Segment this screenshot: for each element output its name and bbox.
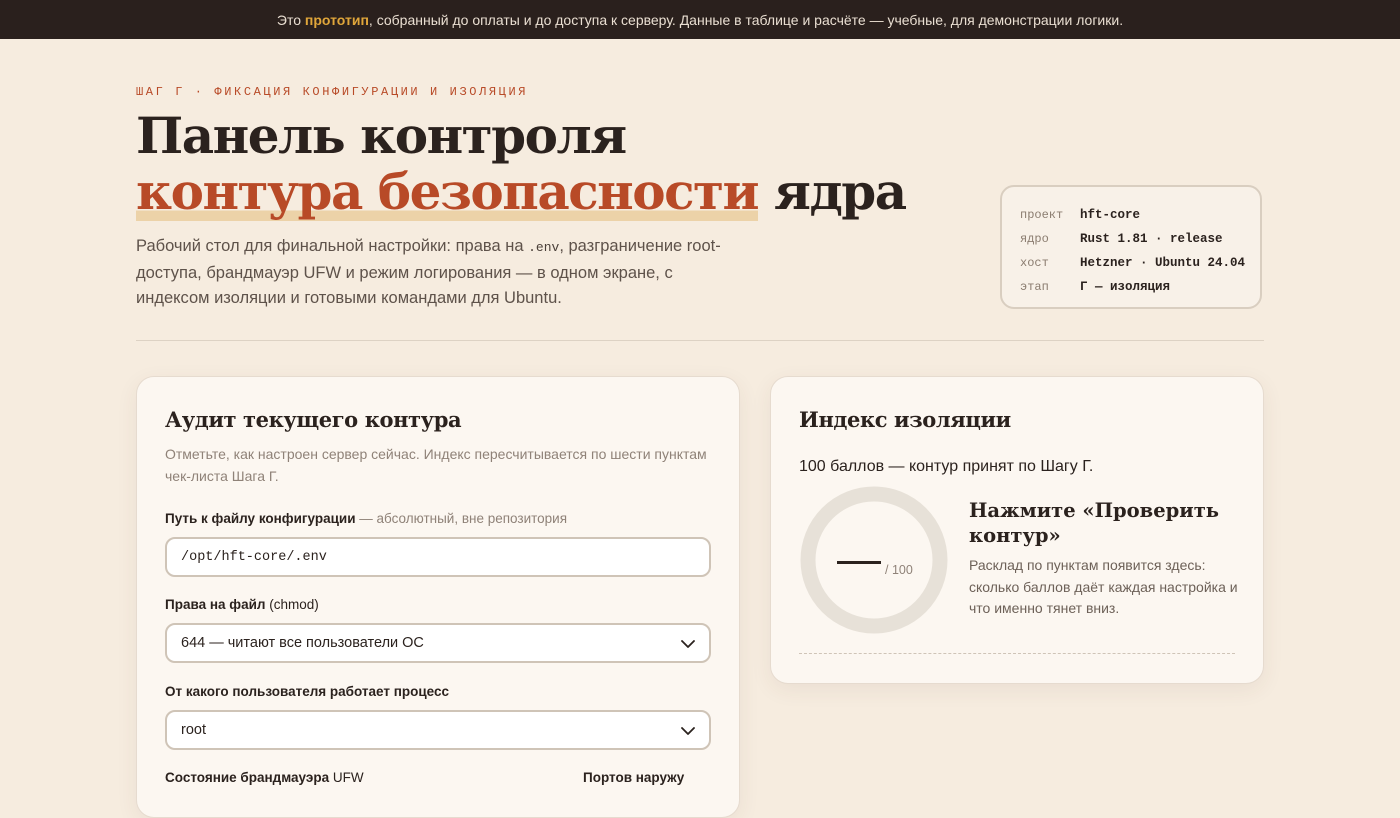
meta-row-stage: этап Г — изоляция: [1020, 275, 1260, 299]
banner-highlight: прототип: [304, 11, 369, 28]
chmod-label: Права на файл (chmod): [165, 597, 319, 612]
prototype-banner: Это прототип, собранный до оплаты и до д…: [0, 0, 1400, 39]
breakdown-divider: [799, 653, 1235, 654]
chmod-label-paren: (chmod): [269, 597, 319, 612]
meta-key: хост: [1020, 256, 1049, 270]
config-path-label: Путь к файлу конфигурации — абсолютный, …: [165, 511, 567, 526]
meta-key: проект: [1020, 208, 1064, 222]
gauge-max-label: / 100: [885, 563, 913, 577]
page-lead: Рабочий стол для финальной настройки: пр…: [136, 234, 736, 312]
gauge-empty-value: [837, 561, 881, 564]
page-title: Панель контроля контура безопасности ядр…: [136, 106, 907, 221]
chmod-selected-value: 644 — читают все пользователи ОС: [181, 635, 424, 651]
config-path-label-text: Путь к файлу конфигурации: [165, 511, 356, 526]
meta-value: hft-core: [1080, 208, 1141, 222]
config-path-input[interactable]: /opt/hft-core/.env: [165, 537, 711, 577]
meta-key: ядро: [1020, 232, 1049, 246]
banner-prefix: Это: [276, 11, 302, 28]
banner-suffix: , собранный до оплаты и до доступа к сер…: [368, 11, 1124, 28]
chmod-select[interactable]: 644 — читают все пользователи ОС: [165, 623, 711, 663]
meta-key: этап: [1020, 280, 1049, 294]
meta-value: Hetzner · Ubuntu 24.04: [1080, 256, 1246, 270]
lead-before: Рабочий стол для финальной настройки: пр…: [136, 237, 529, 255]
step-eyebrow: ШАГ Г · ФИКСАЦИЯ КОНФИГУРАЦИИ И ИЗОЛЯЦИЯ: [136, 85, 529, 99]
project-meta-card: проект hft-core ядро Rust 1.81 · release…: [1000, 185, 1262, 309]
meta-row-project: проект hft-core: [1020, 203, 1260, 227]
audit-card: Аудит текущего контура Отметьте, как нас…: [136, 376, 740, 818]
score-summary: 100 баллов — контур принят по Шагу Г.: [799, 458, 1094, 475]
title-tail: ядра: [758, 162, 907, 221]
chevron-down-icon: [681, 640, 695, 648]
process-user-select[interactable]: root: [165, 710, 711, 750]
meta-row-host: хост Hetzner · Ubuntu 24.04: [1020, 251, 1260, 275]
section-divider: [136, 340, 1264, 341]
check-prompt-description: Расклад по пунктам появится здесь: сколь…: [969, 557, 1238, 616]
isolation-index-card: Индекс изоляции 100 баллов — контур прин…: [770, 376, 1264, 684]
audit-title: Аудит текущего контура: [165, 407, 462, 432]
config-path-hint: — абсолютный, вне репозитория: [359, 511, 568, 526]
chevron-down-icon: [681, 727, 695, 735]
lead-code: .env: [528, 240, 560, 255]
meta-value: Rust 1.81 · release: [1080, 232, 1223, 246]
config-path-value: /opt/hft-core/.env: [181, 549, 327, 565]
isolation-title: Индекс изоляции: [799, 407, 1011, 432]
process-user-label: От какого пользователя работает процесс: [165, 684, 450, 699]
title-accent: контура безопасности: [136, 162, 760, 221]
audit-description: Отметьте, как настроен сервер сейчас. Ин…: [165, 446, 707, 484]
chmod-label-text: Права на файл: [165, 597, 266, 612]
meta-value: Г — изоляция: [1080, 280, 1171, 294]
check-prompt-title: Нажмите «Проверить контур»: [969, 499, 1220, 547]
title-line-1: Панель контроля: [136, 106, 627, 165]
isolation-gauge: [800, 486, 948, 634]
process-user-selected-value: root: [181, 722, 206, 738]
meta-row-core: ядро Rust 1.81 · release: [1020, 227, 1260, 251]
